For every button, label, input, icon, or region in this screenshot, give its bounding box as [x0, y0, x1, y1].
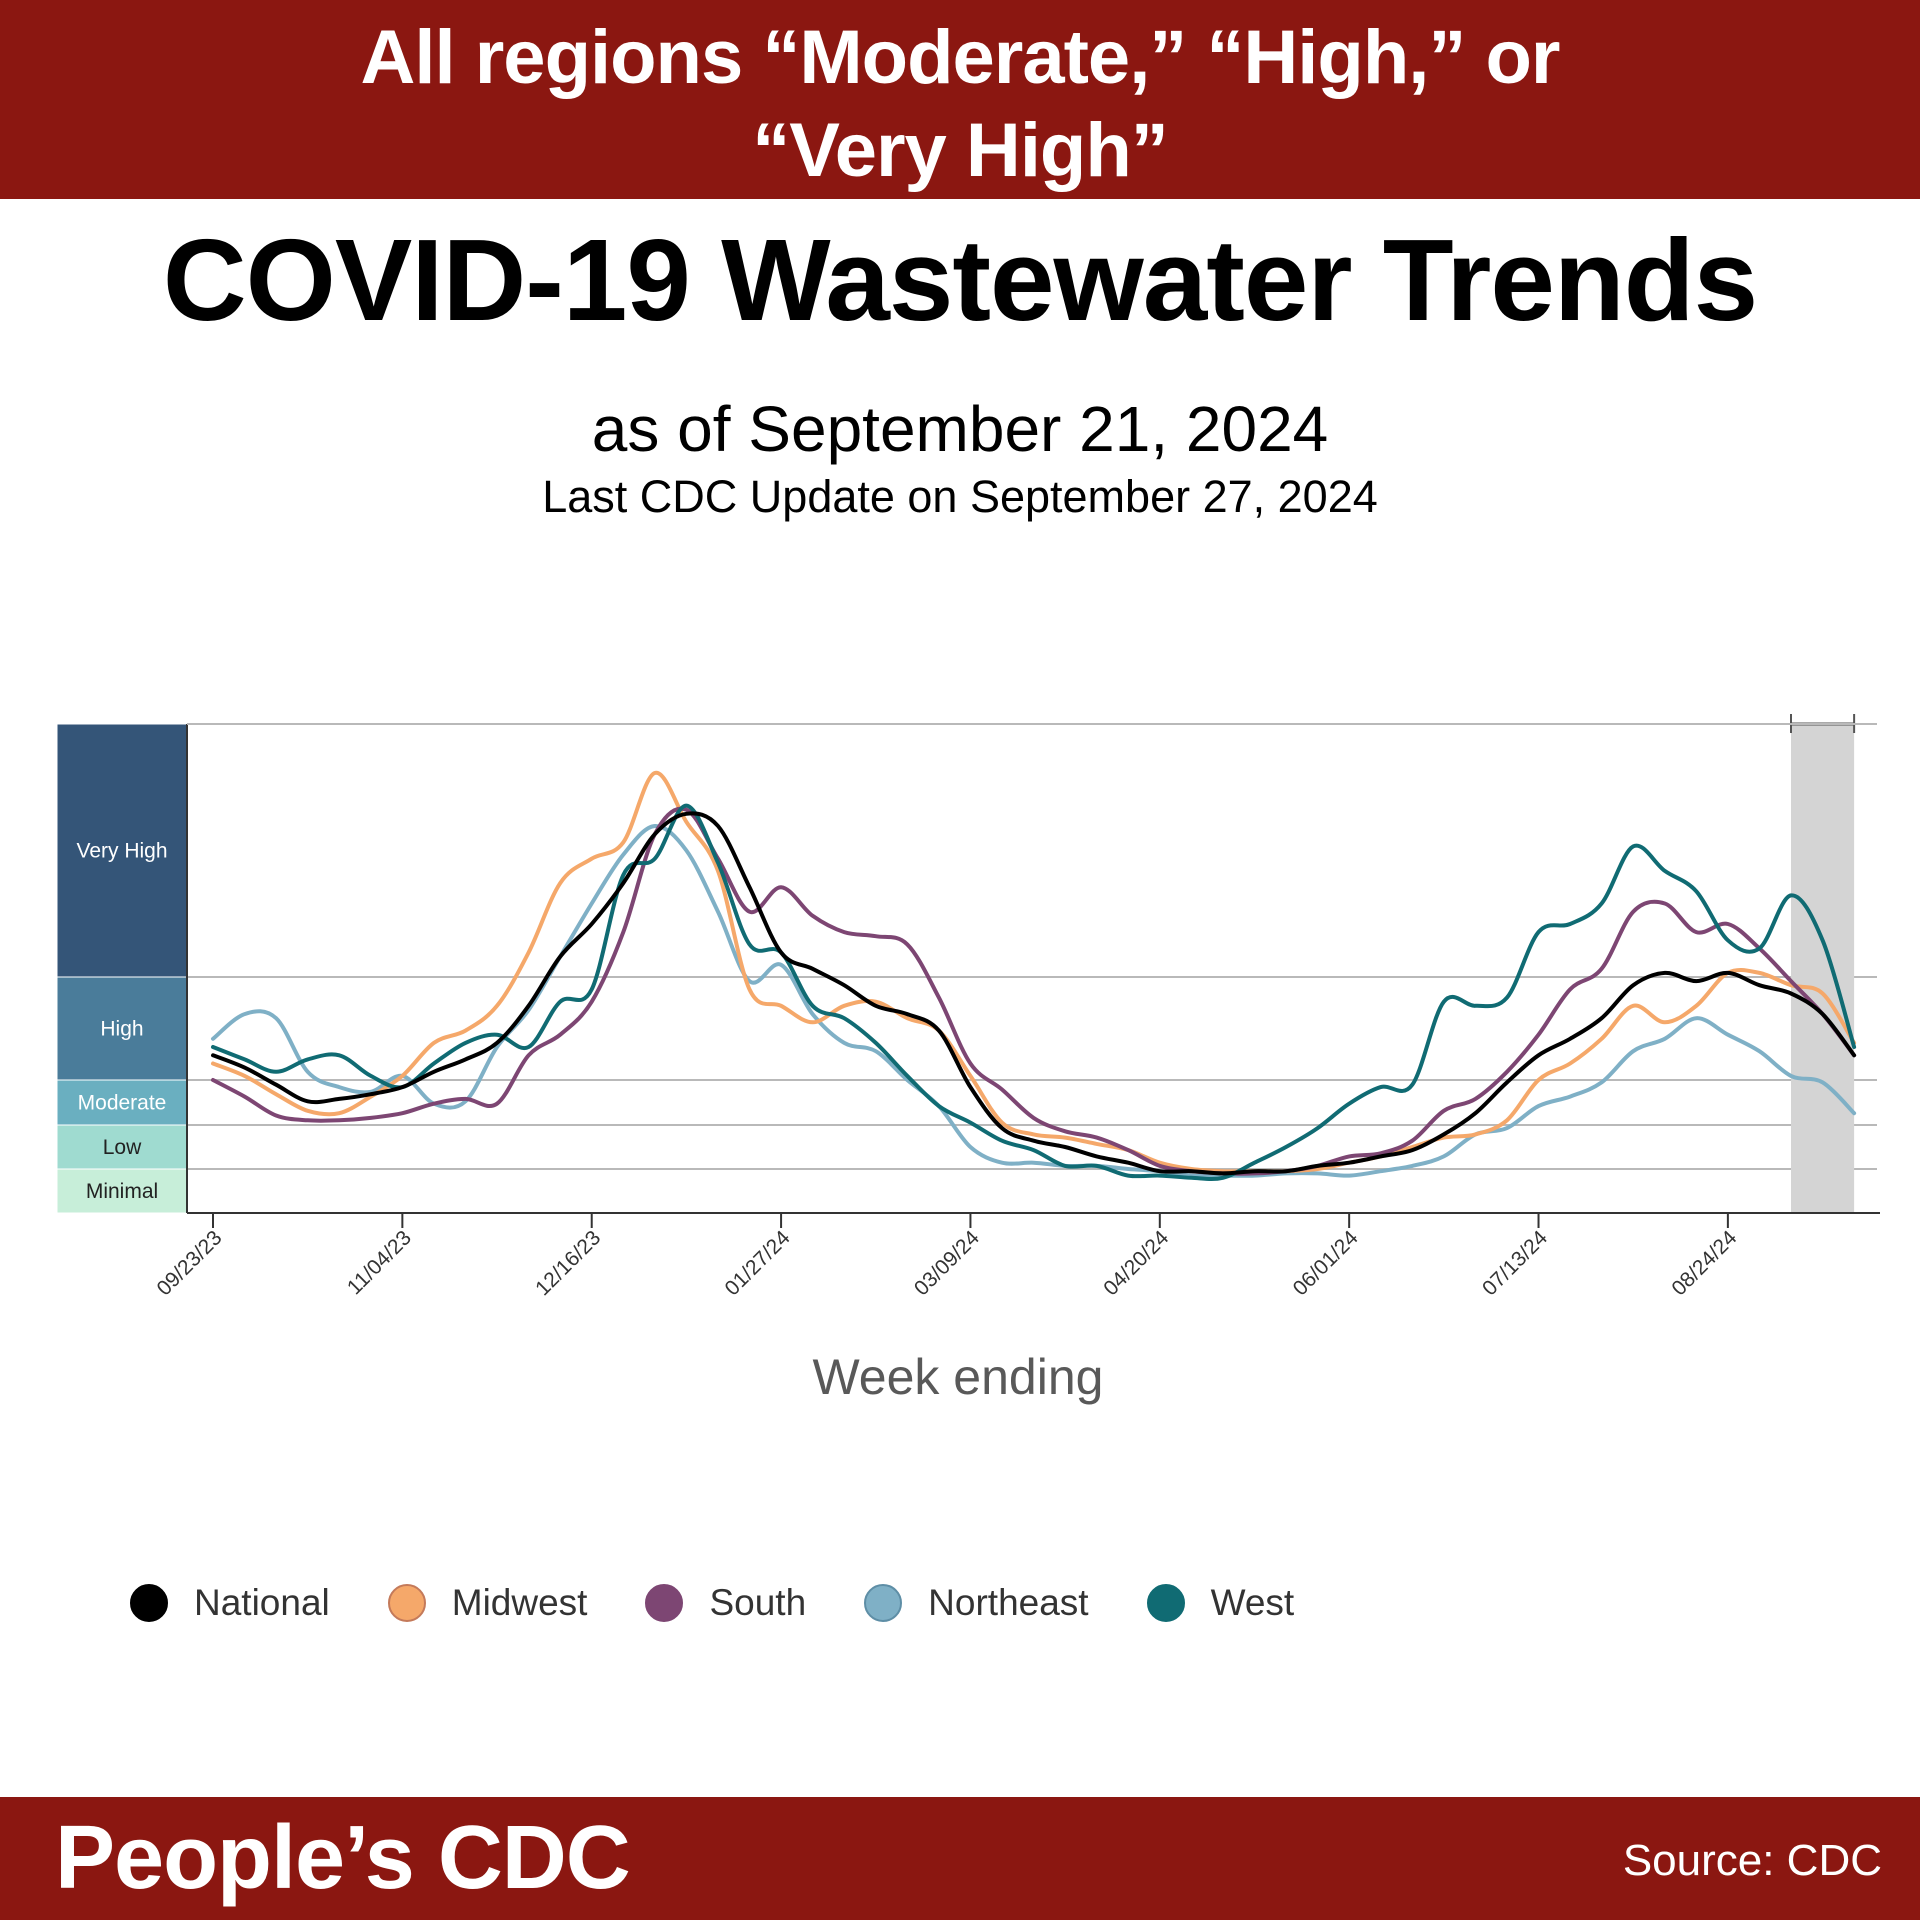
legend-label: West [1210, 1582, 1295, 1623]
legend-item-national: National [130, 1582, 330, 1624]
series-line-west [211, 803, 1857, 1182]
source-credit: Source: CDC [1622, 1836, 1882, 1885]
legend-label: Northeast [928, 1582, 1089, 1623]
x-tick-label: 03/09/24 [910, 1226, 984, 1300]
level-label: Minimal [86, 1180, 158, 1203]
x-tick-label: 04/20/24 [1099, 1226, 1173, 1300]
x-tick-label: 12/16/23 [531, 1226, 605, 1300]
x-tick-label: 07/13/24 [1478, 1226, 1552, 1300]
provisional-shade [1791, 724, 1855, 1213]
provisional-region [1790, 714, 1856, 1213]
legend-item-northeast: Northeast [864, 1582, 1089, 1624]
x-axis-title: Week ending [813, 1349, 1104, 1405]
series-line-northeast [211, 824, 1857, 1178]
legend-label: Midwest [451, 1582, 588, 1623]
legend-swatch-icon [645, 1584, 684, 1622]
x-tick-label: 09/23/23 [152, 1226, 226, 1300]
legend-item-midwest: Midwest [387, 1582, 588, 1624]
legend-swatch-icon [1146, 1584, 1185, 1622]
level-label: Very High [76, 840, 167, 863]
x-tick-label: 06/01/24 [1289, 1226, 1363, 1300]
x-tick-label: 08/24/24 [1667, 1226, 1741, 1300]
level-bands: Minimal Low Moderate High Very High [56, 723, 188, 1214]
legend-swatch-icon [387, 1584, 426, 1622]
legend: National Midwest South Northeast West [130, 1578, 1352, 1628]
x-axis-ticks: 09/23/23 11/04/23 12/16/23 01/27/24 03/09/24… [152, 1213, 1742, 1300]
level-label: Moderate [78, 1092, 167, 1115]
legend-label: National [194, 1582, 330, 1623]
legend-swatch-icon [864, 1584, 903, 1622]
x-tick-label: 11/04/23 [343, 1226, 416, 1299]
level-label: High [100, 1018, 143, 1041]
series-lines [211, 770, 1857, 1182]
legend-item-west: West [1146, 1582, 1295, 1624]
legend-label: South [709, 1582, 807, 1623]
series-line-midwest [211, 770, 1857, 1174]
brand-logo-text: People’s CDC [55, 1808, 631, 1908]
x-tick-label: 01/27/24 [721, 1226, 795, 1300]
series-line-south [211, 806, 1857, 1176]
footer: People’s CDC Source: CDC [0, 1797, 1920, 1920]
legend-item-south: South [645, 1582, 806, 1624]
level-label: Low [103, 1136, 142, 1159]
wastewater-chart: Minimal Low Moderate High Very High 09/23/23… [56, 714, 1880, 1405]
legend-swatch-icon [130, 1584, 168, 1622]
